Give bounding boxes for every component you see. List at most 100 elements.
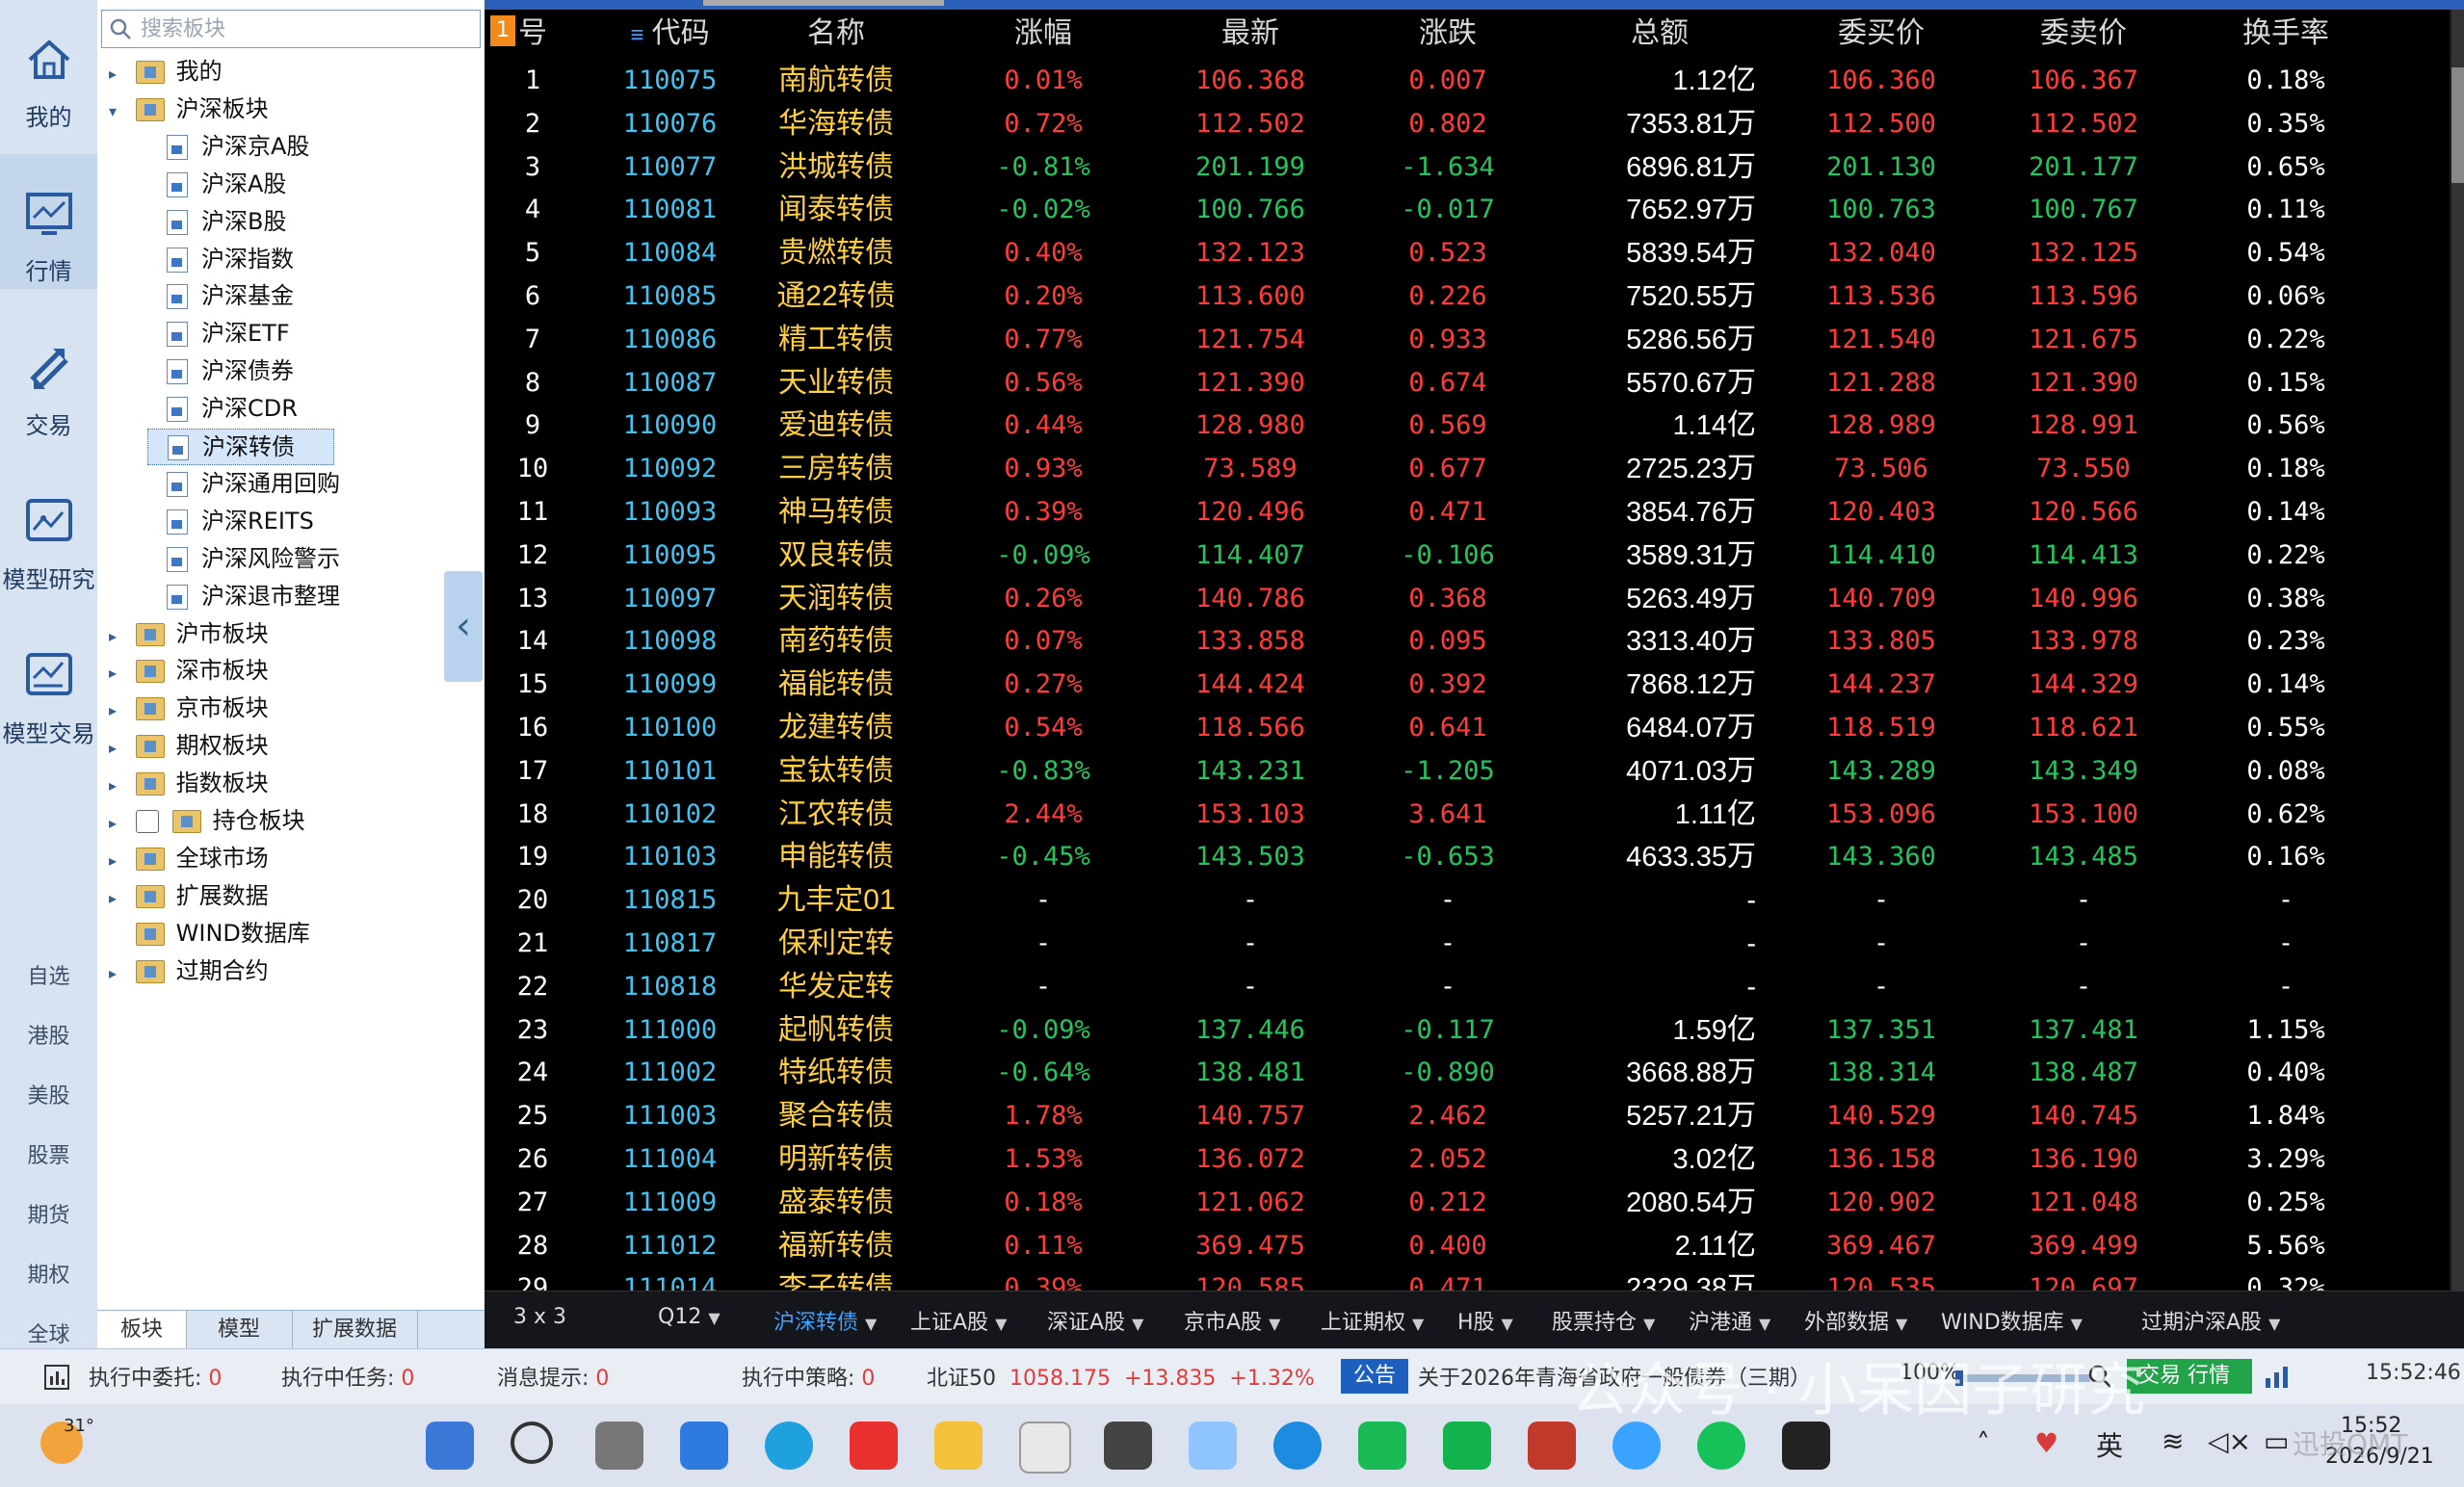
sector-tab[interactable]: 3 x 3 <box>513 1305 566 1329</box>
scrollbar-thumb[interactable] <box>2451 67 2464 183</box>
index-ticker[interactable]: 北证50 1058.175 +13.835 +1.32% <box>927 1361 1315 1392</box>
sector-tab[interactable]: 外部数据 ▼ <box>1804 1305 1907 1336</box>
exec-strategy[interactable]: 执行中策略: 0 <box>742 1361 875 1392</box>
chevron-right-icon[interactable]: ▸ <box>109 956 128 991</box>
table-row[interactable]: 14 110098 南药转债 0.07% 133.858 0.095 3313.40万 133… <box>485 620 2450 663</box>
sector-tab[interactable]: 京市A股 ▼ <box>1184 1305 1280 1336</box>
header-pct[interactable]: 涨幅 <box>961 10 1125 58</box>
table-row[interactable]: 15 110099 福能转债 0.27% 144.424 0.392 7868.12万 144… <box>485 664 2450 706</box>
tab-model[interactable]: 模型 <box>186 1311 293 1349</box>
edge-icon[interactable] <box>765 1422 813 1470</box>
tree-item[interactable]: ▸ 指数板块 <box>109 766 269 800</box>
chevron-down-icon[interactable]: ▾ <box>109 94 128 129</box>
table-row[interactable]: 4 110081 闻泰转债 -0.02% 100.766 -0.017 7652.97万 10… <box>485 189 2450 231</box>
input-language[interactable]: 英 <box>2096 1425 2123 1464</box>
tree-item[interactable]: 沪深债券 <box>147 353 294 388</box>
nav-quote[interactable]: 行情 <box>0 154 97 289</box>
store-icon[interactable] <box>1019 1422 1071 1474</box>
table-row[interactable]: 21 110817 保利定转 - - - - - - - <box>485 923 2450 965</box>
qmt-app-icon[interactable] <box>1528 1422 1576 1470</box>
table-row[interactable]: 1 110075 南航转债 0.01% 106.368 0.007 1.12亿 106.360… <box>485 60 2450 102</box>
sector-tab[interactable]: 上证A股 ▼ <box>910 1305 1007 1336</box>
tree-item[interactable]: ▸ 持仓板块 <box>109 803 305 838</box>
tree-item[interactable]: 沪深B股 <box>147 204 286 239</box>
table-row[interactable]: 23 111000 起帆转债 -0.09% 137.446 -0.117 1.59亿 137.… <box>485 1009 2450 1052</box>
table-row[interactable]: 7 110086 精工转债 0.77% 121.754 0.933 5286.56万 121.… <box>485 319 2450 361</box>
chevron-right-icon[interactable]: ▸ <box>109 57 128 91</box>
tree-item[interactable]: ▸ 扩展数据 <box>109 878 269 913</box>
chevron-right-icon[interactable]: ▸ <box>109 656 128 691</box>
start-icon[interactable] <box>426 1422 474 1470</box>
market-stock[interactable]: 股票 <box>0 1138 97 1169</box>
market-watchlist[interactable]: 自选 <box>0 959 97 990</box>
chevron-right-icon[interactable]: ▸ <box>109 806 128 841</box>
table-row[interactable]: 18 110102 江农转债 2.44% 153.103 3.641 1.11亿 153.09… <box>485 794 2450 836</box>
market-hk[interactable]: 港股 <box>0 1019 97 1050</box>
tree-item[interactable]: 沪深基金 <box>147 278 294 313</box>
tree-item[interactable]: 沪深A股 <box>147 167 286 201</box>
tree-item[interactable]: 沪深REITS <box>147 504 314 538</box>
market-global[interactable]: 全球 <box>0 1317 97 1348</box>
volume-icon[interactable]: ◁× <box>2208 1425 2251 1457</box>
header-last[interactable]: 最新 <box>1164 10 1337 58</box>
table-row[interactable]: 6 110085 通22转债 0.20% 113.600 0.226 7520.55万 113… <box>485 275 2450 318</box>
chevron-right-icon[interactable]: ▸ <box>109 769 128 803</box>
tree-item[interactable]: ▸ 我的 <box>109 54 223 89</box>
table-row[interactable]: 22 110818 华发定转 - - - - - - - <box>485 966 2450 1008</box>
tree-item[interactable]: 沪深CDR <box>147 391 298 426</box>
tree-item[interactable]: 沪深通用回购 <box>147 466 340 501</box>
table-row[interactable]: 10 110092 三房转债 0.93% 73.589 0.677 2725.23万 73.5… <box>485 448 2450 490</box>
tree-item[interactable]: ▸ 期权板块 <box>109 728 269 763</box>
table-row[interactable]: 26 111004 明新转债 1.53% 136.072 2.052 3.02亿 136.15… <box>485 1138 2450 1181</box>
chevron-right-icon[interactable]: ▸ <box>109 619 128 654</box>
table-row[interactable]: 25 111003 聚合转债 1.78% 140.757 2.462 5257.21万 140… <box>485 1095 2450 1137</box>
edge-ai-icon[interactable] <box>1273 1422 1322 1470</box>
chevron-right-icon[interactable]: ▸ <box>109 844 128 878</box>
tab-sector[interactable]: 板块 <box>97 1311 187 1349</box>
sector-tab[interactable]: 股票持仓 ▼ <box>1552 1305 1655 1336</box>
tree-item[interactable]: 沪深指数 <box>147 242 294 276</box>
outlook-icon[interactable] <box>680 1422 728 1470</box>
tree-item[interactable]: ▾ 沪深板块 <box>109 91 269 126</box>
header-ask[interactable]: 委卖价 <box>1997 10 2170 58</box>
nav-model-trade[interactable]: 模型交易 <box>0 616 97 751</box>
header-code[interactable]: ≡ 代码 <box>600 10 740 58</box>
message-hint[interactable]: 消息提示: 0 <box>497 1361 609 1392</box>
table-row[interactable]: 20 110815 九丰定01 - - - - - - - <box>485 879 2450 922</box>
header-name[interactable]: 名称 <box>749 10 923 58</box>
wechat-work-icon[interactable] <box>1443 1422 1491 1470</box>
table-row[interactable]: 17 110101 宝钛转债 -0.83% 143.231 -1.205 4071.03万 1… <box>485 750 2450 793</box>
header-bid[interactable]: 委买价 <box>1795 10 1968 58</box>
table-row[interactable]: 2 110076 华海转债 0.72% 112.502 0.802 7353.81万 112.… <box>485 103 2450 145</box>
chevron-right-icon[interactable]: ▸ <box>109 731 128 766</box>
chevron-right-icon[interactable]: ▸ <box>109 881 128 916</box>
nav-trade[interactable]: 交易 <box>0 308 97 443</box>
table-row[interactable]: 3 110077 洪城转债 -0.81% 201.199 -1.634 6896.81万 20… <box>485 146 2450 189</box>
messaging-icon[interactable] <box>1358 1422 1406 1470</box>
tree-item[interactable]: WIND数据库 <box>109 916 310 951</box>
exec-task[interactable]: 执行中任务: 0 <box>281 1361 414 1392</box>
tree-item[interactable]: 沪深ETF <box>147 316 290 351</box>
tree-item[interactable]: ▸ 沪市板块 <box>109 616 269 651</box>
sector-tab[interactable]: 沪深转债 ▼ <box>773 1305 877 1336</box>
sector-tab[interactable]: 沪港通 ▼ <box>1689 1305 1770 1336</box>
table-row[interactable]: 16 110100 龙建转债 0.54% 118.566 0.641 6484.07万 118… <box>485 707 2450 749</box>
sector-tab[interactable]: 上证期权 ▼ <box>1321 1305 1424 1336</box>
collapse-panel-button[interactable]: ‹ <box>444 571 483 682</box>
tree-item[interactable]: ▸ 全球市场 <box>109 841 269 875</box>
table-row[interactable]: 13 110097 天润转债 0.26% 140.786 0.368 5263.49万 140… <box>485 578 2450 620</box>
paint-icon[interactable] <box>1189 1422 1237 1470</box>
tree-item[interactable]: ▸ 过期合约 <box>109 953 269 988</box>
table-row[interactable]: 24 111002 特纸转债 -0.64% 138.481 -0.890 3668.88万 1… <box>485 1052 2450 1094</box>
table-row[interactable]: 19 110103 申能转债 -0.45% 143.503 -0.653 4633.35万 1… <box>485 836 2450 878</box>
wps-icon[interactable] <box>850 1422 898 1470</box>
sector-tab[interactable]: 深证A股 ▼ <box>1047 1305 1143 1336</box>
tree-item[interactable]: 沪深退市整理 <box>147 579 340 613</box>
table-row[interactable]: 11 110093 神马转债 0.39% 120.496 0.471 3854.76万 120… <box>485 491 2450 534</box>
unity-icon[interactable] <box>1104 1422 1152 1470</box>
header-change[interactable]: 涨跌 <box>1371 10 1525 58</box>
task-view-icon[interactable] <box>595 1422 643 1470</box>
tree-item[interactable]: ▸ 京市板块 <box>109 691 269 725</box>
sector-tab[interactable]: Q12 ▼ <box>658 1305 721 1329</box>
nav-model-research[interactable]: 模型研究 <box>0 462 97 597</box>
